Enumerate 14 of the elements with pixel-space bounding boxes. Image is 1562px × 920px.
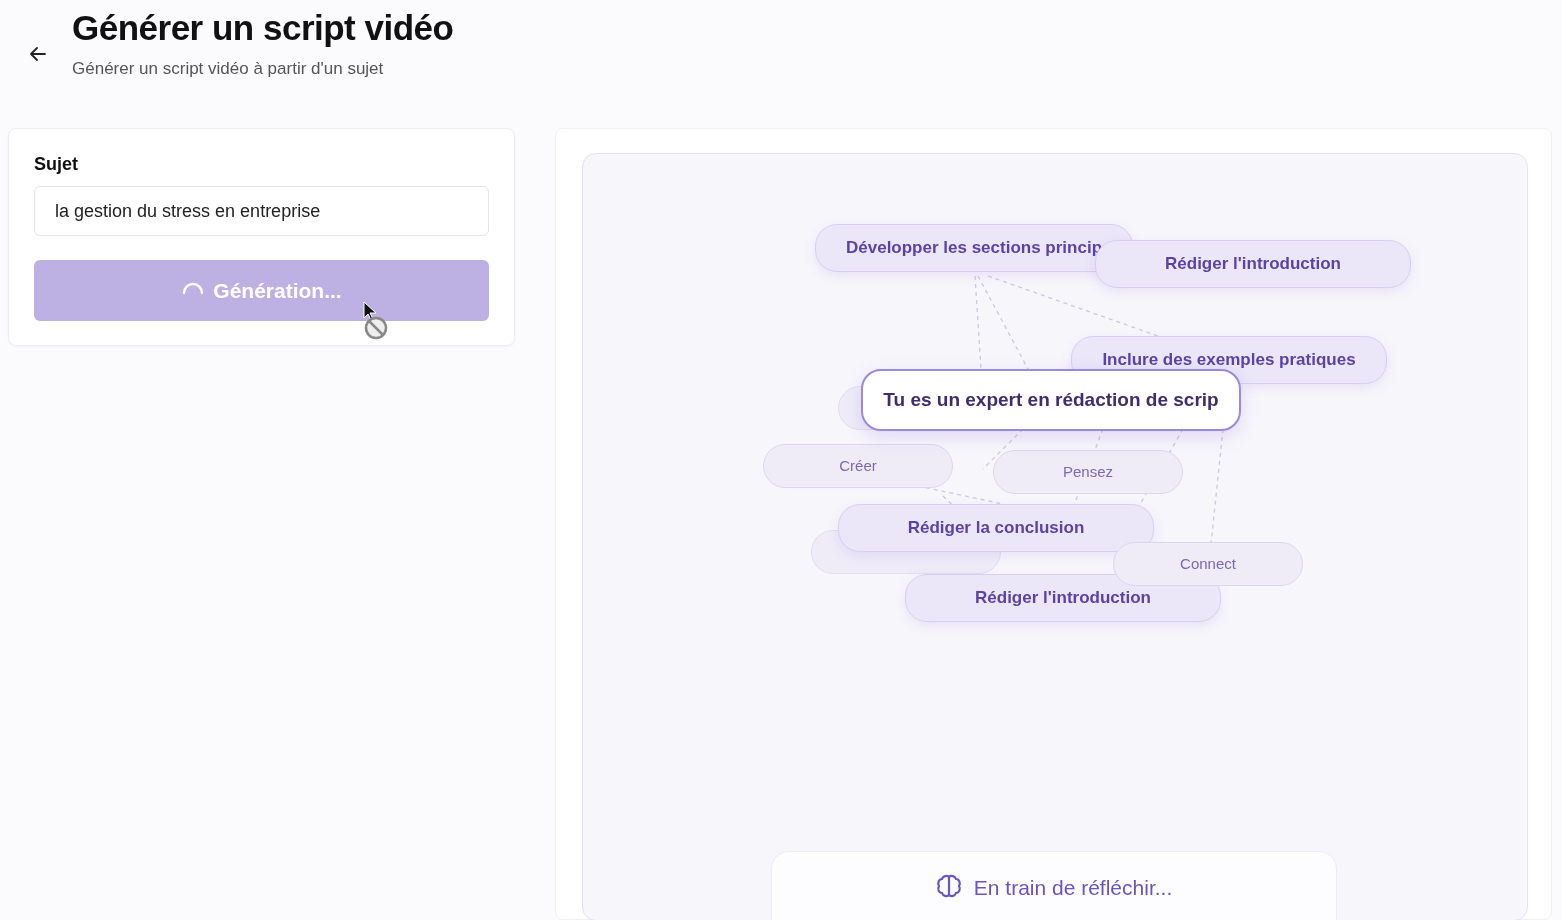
not-allowed-cursor-icon	[362, 300, 390, 342]
back-arrow-icon[interactable]	[28, 44, 48, 64]
keyword-node: Pensez	[993, 450, 1183, 494]
field-label: Sujet	[34, 153, 79, 176]
page-title: Générer un script vidéo	[72, 8, 454, 49]
page-subtitle: Générer un script vidéo à partir d'un sujet	[72, 58, 385, 81]
subject-input-field[interactable]: la gestion du stress en entreprise	[34, 186, 489, 236]
keyword-node: Créer	[763, 444, 953, 488]
step-node: Rédiger la conclusion	[838, 504, 1154, 552]
keyword-node: Connect	[1113, 542, 1303, 586]
step-node: Développer les sections princip	[815, 224, 1133, 272]
status-text: En train de réfléchir...	[973, 875, 1173, 901]
step-node: Rédiger l'introduction	[905, 574, 1221, 622]
prompt-node: Tu es un expert en rédaction de scrip	[861, 369, 1241, 431]
